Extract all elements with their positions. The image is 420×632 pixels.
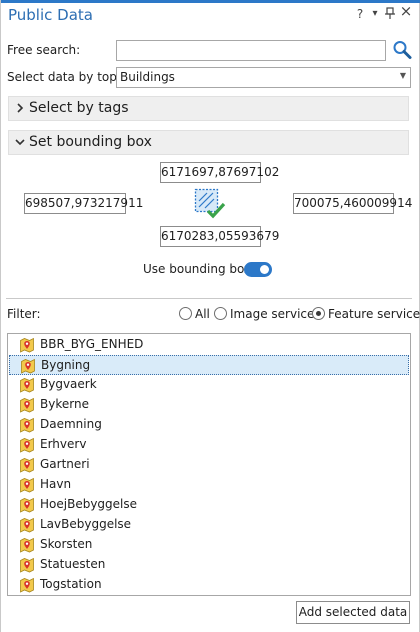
select-by-tags-header[interactable]: Select by tags [8, 96, 409, 121]
list-item[interactable]: Bykerne [9, 395, 409, 415]
feature-layer-icon [20, 497, 34, 513]
layer-list[interactable]: BBR_BYG_ENHED Bygning Bygvaerk Bykerne D… [7, 333, 411, 596]
pane-menu-button[interactable]: ▾ [368, 7, 382, 21]
list-item-label: Erhverv [40, 437, 87, 451]
chevron-down-icon [15, 139, 25, 146]
list-item-label: Bygvaerk [40, 377, 97, 391]
filter-image-services-label[interactable]: Image services [230, 307, 321, 321]
list-item-label: Gartneri [40, 457, 90, 471]
list-item-label: Skorsten [40, 537, 93, 551]
list-item[interactable]: Havn [9, 475, 409, 495]
list-item-label: Bygning [41, 358, 91, 372]
search-input[interactable] [116, 40, 386, 61]
list-item[interactable]: LavBebyggelse [9, 515, 409, 535]
list-item[interactable]: Bygvaerk [9, 375, 409, 395]
list-item-label: HoejBebyggelse [40, 497, 138, 511]
feature-layer-icon [20, 577, 34, 593]
filter-feature-services-label[interactable]: Feature services [328, 307, 420, 321]
filter-label: Filter: [7, 307, 41, 321]
filter-feature-services-radio[interactable] [312, 307, 325, 320]
bbox-west-field[interactable]: 698507,973217911 [24, 193, 143, 214]
pane-title: Public Data [8, 6, 93, 24]
toggle-knob [260, 265, 269, 274]
filter-all-radio[interactable] [179, 307, 192, 320]
feature-layer-icon [20, 537, 34, 553]
set-bounding-box-header[interactable]: Set bounding box [8, 130, 409, 155]
list-item[interactable]: Bygning [9, 355, 409, 375]
bounding-box-extent-icon[interactable] [193, 187, 227, 221]
topic-dropdown[interactable]: Buildings ▼ [116, 67, 411, 88]
select-by-tags-label: Select by tags [29, 100, 129, 116]
public-data-pane: Public Data ? ▾ × Free search: Select da… [0, 0, 420, 632]
feature-layer-icon [20, 337, 34, 353]
list-item-label: LavBebyggelse [40, 517, 132, 531]
topic-label: Select data by topic: [7, 70, 131, 84]
use-bounding-box-toggle[interactable] [244, 262, 272, 277]
list-item-label: Togstation [40, 577, 102, 591]
use-bounding-box-label: Use bounding box [143, 262, 252, 276]
list-item[interactable]: Togstation [9, 575, 409, 595]
topic-selected-value: Buildings [120, 70, 175, 84]
bbox-east-field[interactable]: 700075,460009914 [293, 193, 412, 214]
chevron-right-icon [17, 103, 24, 113]
list-item-label: BBR_BYG_ENHED [40, 337, 144, 351]
close-button[interactable]: × [399, 4, 413, 19]
feature-layer-icon [20, 437, 34, 453]
list-item[interactable]: Statuesten [9, 555, 409, 575]
feature-layer-icon [20, 517, 34, 533]
feature-layer-icon [20, 377, 34, 393]
feature-layer-icon [20, 417, 34, 433]
bbox-north-field[interactable]: 6171697,87697102 [160, 162, 279, 183]
list-item[interactable]: HoejBebyggelse [9, 495, 409, 515]
feature-layer-icon [21, 358, 35, 374]
set-bounding-box-label: Set bounding box [29, 134, 152, 150]
list-item[interactable]: Erhverv [9, 435, 409, 455]
list-item[interactable]: Skorsten [9, 535, 409, 555]
filter-image-services-radio[interactable] [214, 307, 227, 320]
list-item[interactable]: Gartneri [9, 455, 409, 475]
feature-layer-icon [20, 457, 34, 473]
bbox-south-field[interactable]: 6170283,05593679 [160, 226, 279, 247]
filter-all-label[interactable]: All [195, 307, 210, 321]
list-item[interactable]: BBR_BYG_ENHED [9, 335, 409, 355]
section-divider [6, 298, 412, 299]
help-button[interactable]: ? [353, 7, 367, 21]
feature-layer-icon [20, 397, 34, 413]
feature-layer-icon [20, 557, 34, 573]
pane-titlebar: Public Data ? ▾ × [1, 3, 420, 31]
search-icon [393, 41, 412, 59]
pin-icon [385, 7, 395, 19]
list-item-label: Havn [40, 477, 72, 491]
list-item-label: Statuesten [40, 557, 106, 571]
search-button[interactable] [391, 39, 413, 61]
dropdown-arrow-icon: ▼ [399, 71, 406, 80]
add-selected-data-button[interactable]: Add selected data [296, 601, 410, 624]
search-label: Free search: [7, 43, 81, 57]
list-item-label: Daemning [40, 417, 102, 431]
pin-button[interactable] [383, 7, 397, 23]
list-item-label: Bykerne [40, 397, 89, 411]
list-item[interactable]: Daemning [9, 415, 409, 435]
feature-layer-icon [20, 477, 34, 493]
